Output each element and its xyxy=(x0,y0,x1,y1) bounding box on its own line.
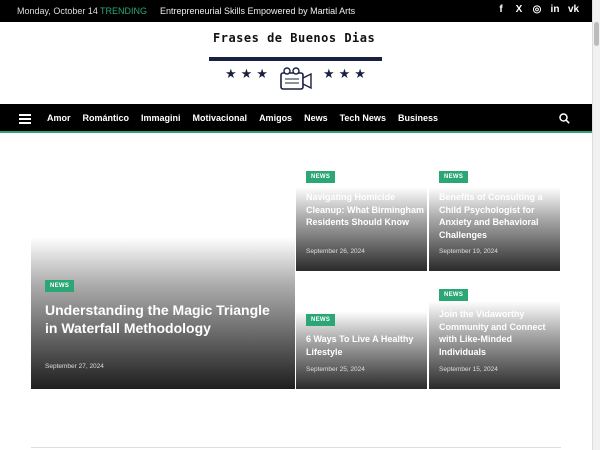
nav-item-news[interactable]: News xyxy=(304,113,328,123)
category-badge[interactable]: NEWS xyxy=(439,289,469,301)
facebook-icon[interactable]: f xyxy=(496,4,506,15)
article-title[interactable]: Benefits of Consulting a Child Psycholog… xyxy=(439,191,557,241)
scrollbar-thumb[interactable] xyxy=(594,22,599,46)
article-date: September 15, 2024 xyxy=(439,366,498,373)
trending-label: TRENDING xyxy=(100,6,147,16)
site-title[interactable]: Frases de Buenos Dias xyxy=(213,31,375,45)
nav-item-amigos[interactable]: Amigos xyxy=(259,113,292,123)
nav-item-motivacional[interactable]: Motivacional xyxy=(193,113,248,123)
site-header: Frases de Buenos Dias ★★★ ★★★ xyxy=(0,22,592,104)
x-icon[interactable]: X xyxy=(514,4,524,15)
hamburger-menu-icon[interactable] xyxy=(19,114,31,124)
current-date: Monday, October 14 xyxy=(17,6,98,16)
logo-stars-right: ★★★ xyxy=(323,66,370,81)
featured-article-card[interactable]: NEWS Navigating Homicide Cleanup: What B… xyxy=(296,163,427,271)
nav-item-romantico[interactable]: Romántico xyxy=(83,113,130,123)
nav-item-business[interactable]: Business xyxy=(398,113,438,123)
article-title[interactable]: Join the Vidaworthy Community and Connec… xyxy=(439,308,557,358)
article-title[interactable]: 6 Ways To Live A Healthy Lifestyle xyxy=(306,333,424,358)
trending-headline-link[interactable]: Entrepreneurial Skills Empowered by Mart… xyxy=(160,6,355,16)
top-bar: Monday, October 14 TRENDING Entrepreneur… xyxy=(0,0,600,22)
logo-divider xyxy=(209,57,382,61)
social-links: f X ◎ in vk xyxy=(496,4,579,15)
category-badge[interactable]: NEWS xyxy=(306,314,336,326)
category-badge[interactable]: NEWS xyxy=(439,171,469,183)
featured-grid: NEWS Understanding the Magic Triangle in… xyxy=(31,163,561,389)
article-title[interactable]: Navigating Homicide Cleanup: What Birmin… xyxy=(306,191,424,229)
nav-item-tech-news[interactable]: Tech News xyxy=(340,113,386,123)
featured-article-card[interactable]: NEWS 6 Ways To Live A Healthy Lifestyle … xyxy=(296,281,427,389)
instagram-icon[interactable]: ◎ xyxy=(532,4,542,15)
logo-stars-left: ★★★ xyxy=(225,66,272,81)
linkedin-icon[interactable]: in xyxy=(550,4,560,15)
featured-article-card[interactable]: NEWS Join the Vidaworthy Community and C… xyxy=(429,281,560,389)
article-title[interactable]: Understanding the Magic Triangle in Wate… xyxy=(45,301,275,337)
category-badge[interactable]: NEWS xyxy=(306,171,336,183)
search-icon[interactable] xyxy=(559,113,570,124)
camera-logo-icon xyxy=(280,67,312,90)
article-date: September 26, 2024 xyxy=(306,248,365,255)
section-divider xyxy=(31,447,561,448)
article-date: September 27, 2024 xyxy=(45,363,104,370)
vk-icon[interactable]: vk xyxy=(568,4,579,15)
featured-article-card[interactable]: NEWS Benefits of Consulting a Child Psyc… xyxy=(429,163,560,271)
article-date: September 19, 2024 xyxy=(439,248,498,255)
category-badge[interactable]: NEWS xyxy=(45,280,75,292)
featured-main-article[interactable]: NEWS Understanding the Magic Triangle in… xyxy=(31,237,295,389)
page-scrollbar[interactable] xyxy=(592,0,600,450)
nav-item-immagini[interactable]: Immagini xyxy=(141,113,181,123)
article-date: September 25, 2024 xyxy=(306,366,365,373)
nav-items: Amor Romántico Immagini Motivacional Ami… xyxy=(47,113,438,123)
nav-item-amor[interactable]: Amor xyxy=(47,113,71,123)
main-navigation: Amor Romántico Immagini Motivacional Ami… xyxy=(0,104,592,133)
